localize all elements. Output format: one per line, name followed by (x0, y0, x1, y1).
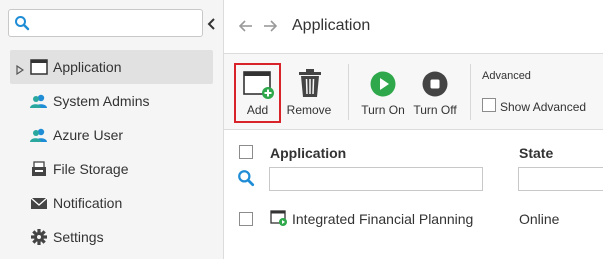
advanced-group-title: Advanced (482, 70, 531, 82)
sidebar-item-system-admins[interactable]: System Admins (10, 84, 213, 118)
main-panel: Application Add Remove Turn On Turn Off … (224, 0, 603, 259)
sidebar-item-settings[interactable]: Settings (10, 220, 213, 254)
window-icon (30, 59, 48, 75)
stop-icon (422, 71, 448, 97)
filter-search-icon (237, 169, 255, 192)
remove-label: Remove (286, 103, 332, 117)
sidebar-item-label: Application (53, 59, 122, 75)
application-grid: Application State Integrated Financial P… (224, 131, 603, 259)
sidebar-item-file-storage[interactable]: File Storage (10, 152, 213, 186)
sidebar: Application System Admins Azure User Fil… (0, 0, 224, 259)
row-checkbox[interactable] (239, 212, 253, 226)
gear-icon (30, 229, 48, 245)
remove-button[interactable]: Remove (284, 63, 334, 123)
toolbar-separator (470, 64, 471, 120)
turn-on-button[interactable]: Turn On (358, 63, 408, 123)
toolbar: Add Remove Turn On Turn Off Advanced Sho… (224, 54, 603, 130)
sidebar-item-application[interactable]: Application (10, 50, 213, 84)
select-all-checkbox[interactable] (239, 145, 253, 159)
collapse-sidebar-icon[interactable] (206, 17, 218, 31)
sidebar-item-label: Settings (53, 229, 104, 245)
toolbar-separator (348, 64, 349, 120)
turn-off-label: Turn Off (413, 103, 457, 117)
expand-arrow-icon[interactable] (16, 62, 25, 76)
forward-arrow-icon[interactable] (262, 18, 278, 39)
sidebar-item-label: Notification (53, 195, 123, 211)
page-title: Application (292, 17, 371, 34)
sidebar-nav: Application System Admins Azure User Fil… (10, 50, 213, 254)
turn-off-button[interactable]: Turn Off (410, 63, 460, 123)
add-label: Add (246, 103, 269, 117)
users-icon (30, 93, 48, 109)
search-input[interactable] (33, 13, 198, 33)
column-header-application[interactable]: Application (270, 145, 346, 161)
title-bar: Application (224, 0, 603, 54)
play-icon (370, 71, 396, 97)
add-window-icon (243, 71, 274, 99)
users-icon (30, 127, 48, 143)
search-icon (14, 15, 30, 36)
turn-on-label: Turn On (361, 103, 405, 117)
file-storage-icon (30, 161, 48, 177)
sidebar-item-label: System Admins (53, 93, 150, 109)
application-filter-input[interactable] (269, 167, 483, 191)
sidebar-item-azure-user[interactable]: Azure User (10, 118, 213, 152)
state-filter-input[interactable] (518, 167, 603, 191)
application-online-icon (270, 210, 288, 231)
show-advanced-checkbox[interactable] (482, 98, 496, 112)
add-button[interactable]: Add (234, 63, 281, 123)
trash-icon (299, 69, 321, 97)
show-advanced-label: Show Advanced (500, 100, 587, 114)
sidebar-item-label: File Storage (53, 161, 129, 177)
back-arrow-icon[interactable] (238, 18, 254, 39)
column-header-state[interactable]: State (519, 145, 553, 161)
sidebar-item-notification[interactable]: Notification (10, 186, 213, 220)
table-cell-state: Online (519, 211, 560, 227)
sidebar-item-label: Azure User (53, 127, 124, 143)
search-box[interactable] (8, 9, 203, 37)
envelope-icon (30, 195, 48, 211)
table-cell-application[interactable]: Integrated Financial Planning (292, 211, 473, 227)
